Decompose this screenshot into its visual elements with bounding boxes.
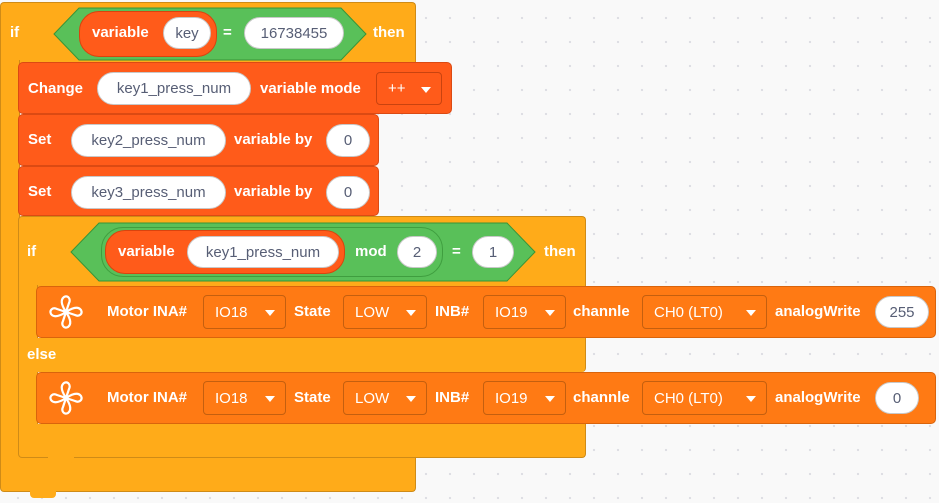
mod-label: mod	[355, 243, 387, 260]
motor2-inb-dropdown[interactable]: IO19	[483, 381, 566, 415]
motor1-state-label: State	[294, 303, 331, 320]
motor1-ina-dropdown[interactable]: IO18	[203, 295, 286, 329]
motor2-write-label: analogWrite	[775, 389, 861, 406]
change-mode-label: variable mode	[260, 80, 361, 97]
outer-compare-value-field[interactable]: 16738455	[244, 17, 344, 49]
motor1-write-value-field[interactable]: 255	[875, 296, 929, 328]
change-mode-value: ++	[388, 80, 406, 97]
chevron-down-icon	[746, 396, 756, 402]
motor1-inb-dropdown[interactable]: IO19	[483, 295, 566, 329]
set-value-field-1[interactable]: 0	[326, 124, 370, 157]
motor2-state-dropdown[interactable]: LOW	[343, 381, 427, 415]
change-mode-dropdown[interactable]: ++	[376, 72, 442, 105]
chevron-down-icon	[406, 396, 416, 402]
motor2-channel-label: channle	[573, 389, 630, 406]
outer-if-tab	[30, 490, 56, 498]
chevron-down-icon	[545, 396, 555, 402]
set-value-field-2[interactable]: 0	[326, 176, 370, 209]
else-label: else	[27, 346, 57, 363]
chevron-down-icon	[746, 310, 756, 316]
motor2-state-label: State	[294, 389, 331, 406]
set-by-label-2: variable by	[234, 183, 313, 200]
motor1-state-value: LOW	[355, 303, 390, 321]
motor1-channel-dropdown[interactable]: CH0 (LT0)	[642, 295, 767, 329]
chevron-down-icon	[265, 310, 275, 316]
set-by-label-1: variable by	[234, 131, 313, 148]
motor1-inb-label: INB#	[435, 303, 470, 320]
motor2-ina-dropdown[interactable]: IO18	[203, 381, 286, 415]
fan-icon	[49, 295, 83, 329]
set-label-2: Set	[28, 183, 52, 200]
change-label: Change	[28, 80, 84, 97]
chevron-down-icon	[406, 310, 416, 316]
inner-if-label: if	[27, 243, 37, 260]
inner-variable-label: variable	[118, 243, 175, 260]
inner-if-footer[interactable]	[18, 424, 586, 458]
motor1-channel-value: CH0 (LT0)	[654, 303, 723, 321]
motor2-write-value-field[interactable]: 0	[875, 382, 919, 414]
motor1-channel-label: channle	[573, 303, 630, 320]
chevron-down-icon	[545, 310, 555, 316]
set-label-1: Set	[28, 131, 52, 148]
outer-equals-operator: =	[223, 24, 232, 41]
outer-variable-name-field[interactable]: key	[163, 17, 211, 49]
motor1-inb-value: IO19	[495, 303, 528, 321]
outer-variable-label: variable	[92, 24, 149, 41]
mod-value-field[interactable]: 2	[397, 236, 437, 268]
motor1-ina-label: Motor INA#	[107, 303, 187, 320]
motor1-ina-value: IO18	[215, 303, 248, 321]
inner-else-bar[interactable]	[18, 338, 586, 372]
fan-icon	[49, 381, 83, 415]
chevron-down-icon	[421, 86, 431, 93]
outer-if-label: if	[10, 24, 20, 41]
motor2-ina-label: Motor INA#	[107, 389, 187, 406]
motor1-write-label: analogWrite	[775, 303, 861, 320]
motor1-state-dropdown[interactable]: LOW	[343, 295, 427, 329]
chevron-down-icon	[265, 396, 275, 402]
inner-if-tab	[48, 456, 74, 463]
change-variable-name-field[interactable]: key1_press_num	[97, 72, 251, 105]
inner-variable-name-field[interactable]: key1_press_num	[187, 236, 339, 268]
outer-if-arm[interactable]	[0, 60, 20, 460]
motor2-ina-value: IO18	[215, 389, 248, 407]
motor2-state-value: LOW	[355, 389, 390, 407]
inner-compare-value-field[interactable]: 1	[472, 236, 514, 268]
motor2-inb-value: IO19	[495, 389, 528, 407]
motor2-channel-dropdown[interactable]: CH0 (LT0)	[642, 381, 767, 415]
inner-then-label: then	[544, 243, 576, 260]
inner-equals-operator: =	[452, 243, 461, 260]
outer-then-label: then	[373, 24, 405, 41]
set-variable-name-field-1[interactable]: key2_press_num	[71, 124, 226, 157]
motor2-channel-value: CH0 (LT0)	[654, 389, 723, 407]
motor2-inb-label: INB#	[435, 389, 470, 406]
set-variable-name-field-2[interactable]: key3_press_num	[71, 176, 226, 209]
